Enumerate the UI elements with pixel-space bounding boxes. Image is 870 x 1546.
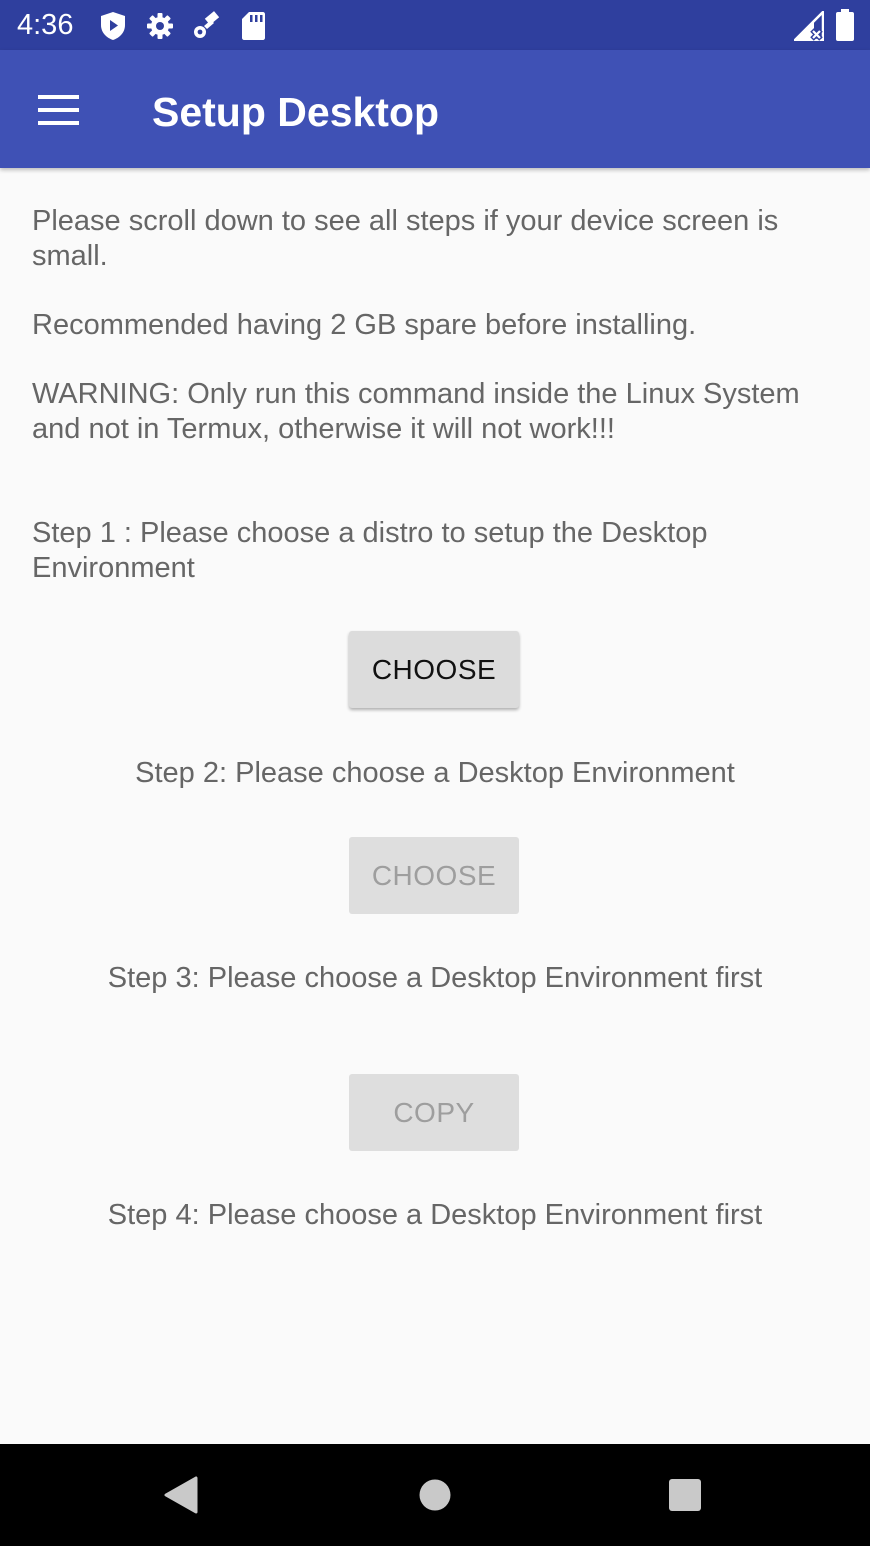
satellite-icon	[192, 11, 222, 46]
back-icon[interactable]	[163, 1476, 199, 1519]
main-content: Please scroll down to see all steps if y…	[0, 170, 870, 1444]
step2-choose-button[interactable]: CHOOSE	[349, 837, 519, 914]
step3-copy-button[interactable]: COPY	[349, 1074, 519, 1151]
gear-icon	[145, 11, 175, 46]
step1-text: Step 1 : Please choose a distro to setup…	[32, 517, 708, 584]
recommend-text: Recommended having 2 GB spare before ins…	[32, 309, 697, 341]
shield-icon	[100, 11, 126, 46]
intro-text: Please scroll down to see all steps if y…	[32, 205, 779, 272]
step4-text: Step 4: Please choose a Desktop Environm…	[107, 1199, 763, 1231]
battery-icon	[836, 9, 854, 46]
navigation-bar	[0, 1444, 870, 1546]
recents-icon[interactable]	[668, 1478, 702, 1517]
status-bar: 4:36	[0, 0, 870, 50]
hamburger-menu-icon[interactable]	[38, 95, 80, 125]
warning-text: WARNING: Only run this command inside th…	[32, 378, 800, 445]
sd-card-icon	[241, 11, 265, 46]
page-title: Setup Desktop	[152, 89, 440, 135]
app-bar: Setup Desktop	[0, 50, 870, 168]
status-time: 4:36	[17, 9, 74, 41]
step3-text: Step 3: Please choose a Desktop Environm…	[107, 962, 763, 994]
home-icon[interactable]	[418, 1478, 452, 1517]
signal-icon	[793, 10, 825, 46]
step2-text: Step 2: Please choose a Desktop Environm…	[135, 757, 735, 789]
step1-choose-button[interactable]: CHOOSE	[349, 631, 519, 708]
